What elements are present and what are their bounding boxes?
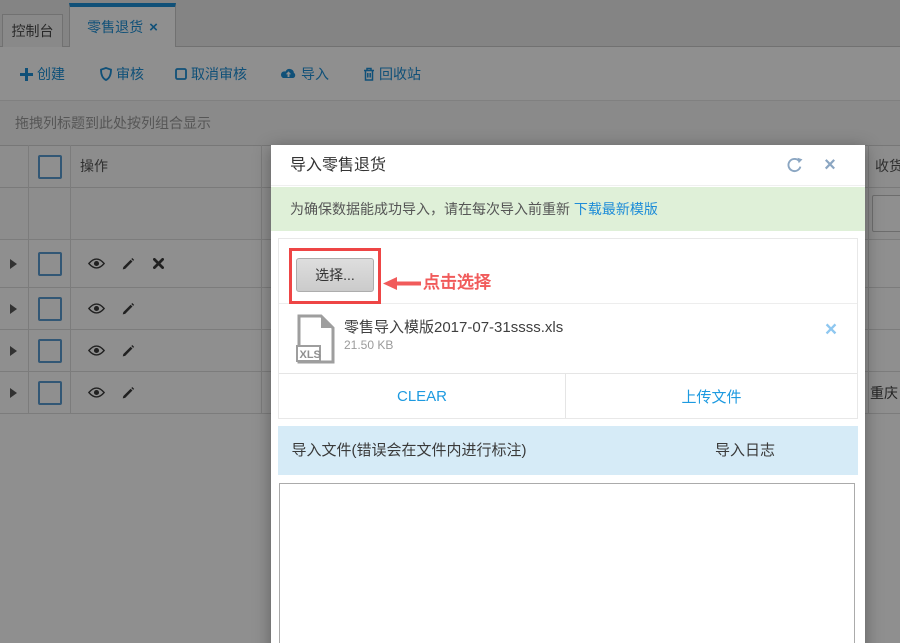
clear-button[interactable]: CLEAR [279, 374, 565, 418]
file-name: 零售导入模版2017-07-31ssss.xls [344, 316, 563, 337]
remove-file-icon[interactable]: × [819, 318, 843, 342]
file-size: 21.50 KB [344, 338, 393, 352]
upload-file-button[interactable]: 上传文件 [565, 374, 857, 418]
xls-file-icon: XLS [296, 314, 336, 364]
select-file-button[interactable]: 选择... [296, 258, 374, 292]
app-screen: 控制台 零售退货 × 创建 审核 取消审核 导入 [0, 0, 900, 643]
import-log-panel [279, 483, 855, 643]
download-template-link[interactable]: 下载最新模版 [574, 201, 658, 217]
notice-text: 为确保数据能成功导入，请在每次导入前重新 [290, 201, 574, 217]
tab-import-log[interactable]: 导入日志 [715, 426, 775, 475]
dialog-header: 导入零售退货 × [271, 145, 865, 186]
import-dialog: 导入零售退货 × 为确保数据能成功导入，请在每次导入前重新 下载最新模版 选择.… [271, 145, 865, 643]
annotation-label: 点击选择 [423, 268, 491, 293]
upload-actions: CLEAR 上传文件 [279, 373, 857, 418]
svg-text:XLS: XLS [300, 349, 321, 361]
import-result-tabs: 导入文件(错误会在文件内进行标注) 导入日志 [278, 426, 858, 475]
file-select-section: 选择... 点击选择 [279, 239, 857, 303]
dialog-title: 导入零售退货 [290, 145, 386, 186]
file-row: XLS 零售导入模版2017-07-31ssss.xls 21.50 KB × [279, 303, 857, 373]
upload-panel: 选择... 点击选择 XLS 零售导入模版2017-07-31ssss.xls … [278, 238, 858, 419]
refresh-icon[interactable] [783, 154, 805, 176]
annotation-arrow-icon [383, 276, 421, 291]
close-icon[interactable]: × [819, 154, 841, 176]
tab-import-files[interactable]: 导入文件(错误会在文件内进行标注) [292, 426, 527, 475]
notice-banner: 为确保数据能成功导入，请在每次导入前重新 下载最新模版 [271, 187, 865, 231]
